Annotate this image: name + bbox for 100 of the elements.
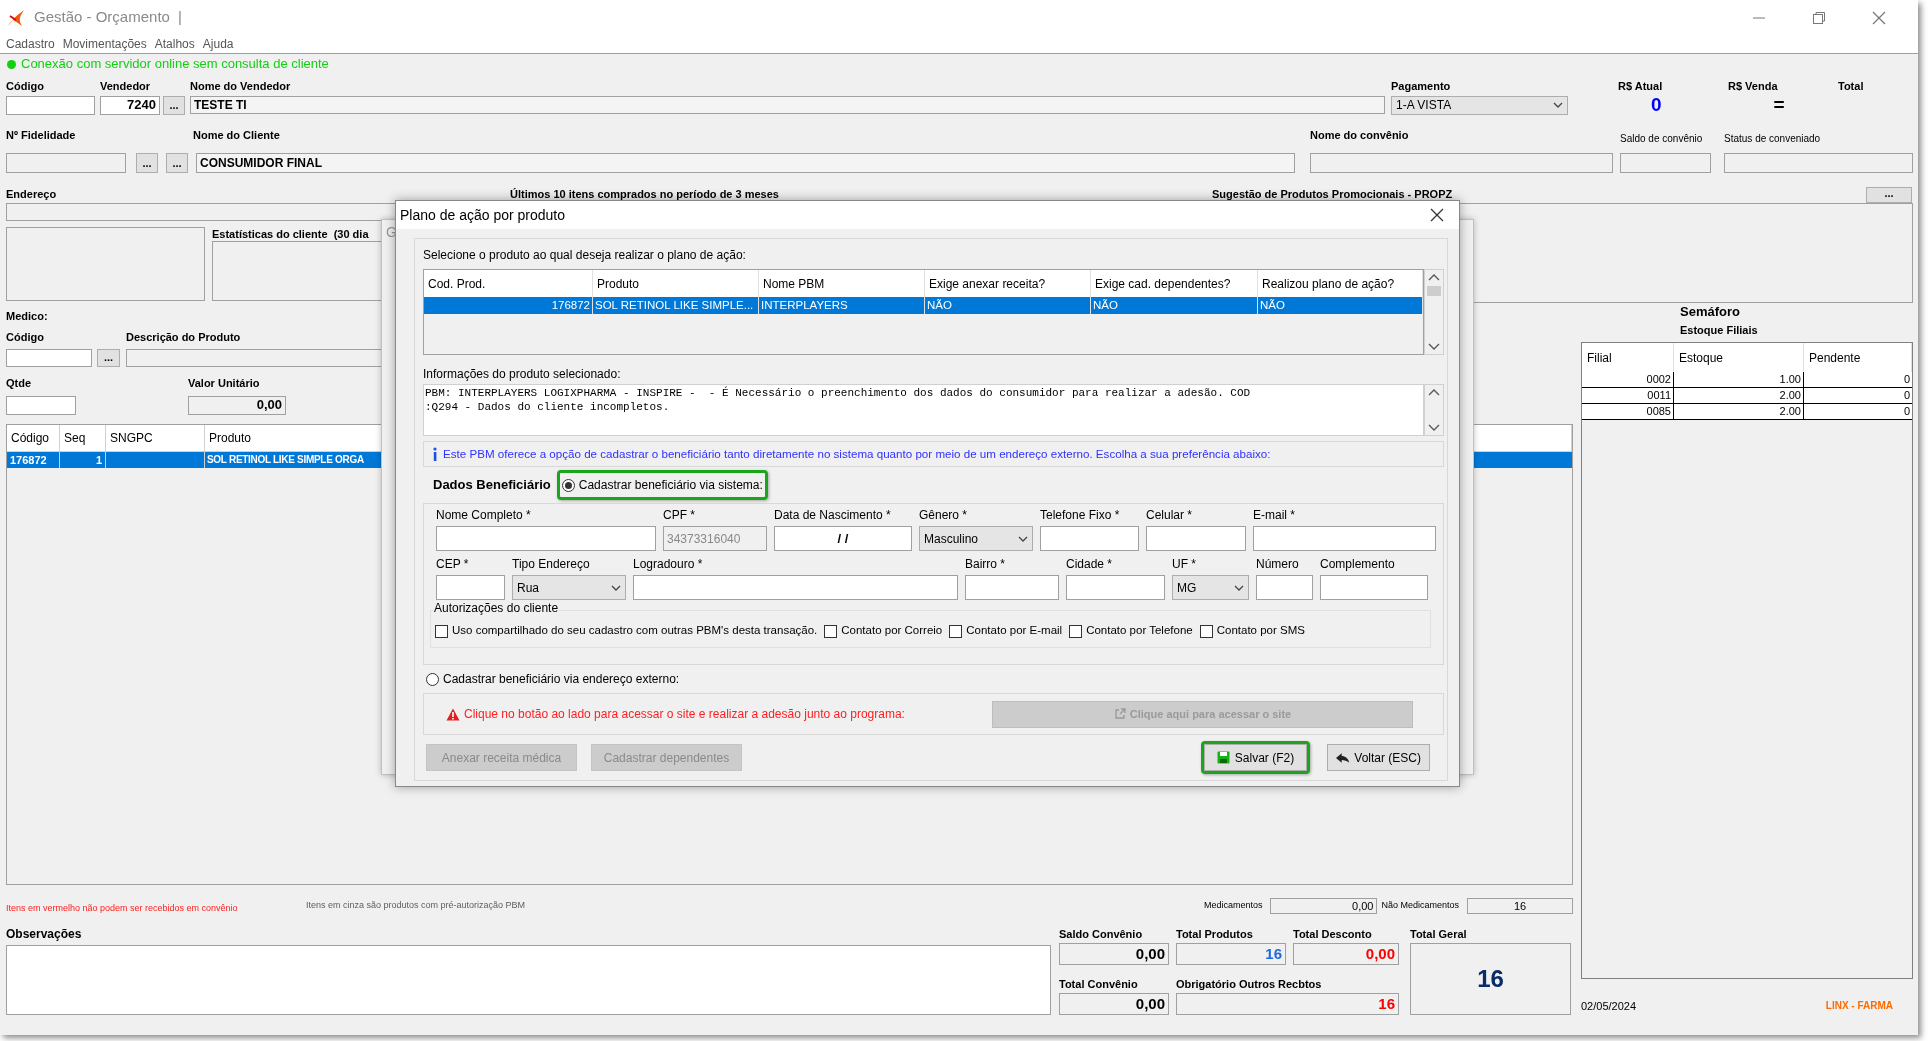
menu-item[interactable]: Atalhos [154,35,195,53]
text-field[interactable]: 7240 [100,95,160,115]
lookup-button[interactable]: ... [166,152,188,173]
text-field[interactable]: / / [774,526,912,551]
field-label: E-mail * [1253,508,1296,523]
checkbox[interactable]: Contato por SMS [1199,622,1305,640]
caret-icon [1018,535,1028,542]
scroll-down-icon[interactable] [1428,343,1440,350]
column-header[interactable]: SNGPC [106,425,205,451]
checkbox[interactable]: Uso compartilhado do seu cadastro com outras PBM's desta transação. [435,622,818,640]
checkbox[interactable]: Contato por Correio [824,622,943,640]
external-link-icon [1113,708,1126,720]
field-label: Celular * [1146,508,1194,523]
field-label: Total Convênio [1059,977,1139,991]
group-title: Autorizações do cliente [433,601,560,616]
text-field[interactable] [1724,152,1913,173]
field-label: Logradouro * [633,557,704,572]
radio-button[interactable]: Cadastrar beneficiário via endereço externo: [426,670,680,688]
scroll-up-icon[interactable] [1428,389,1440,396]
field-label: Cidade * [1066,557,1114,572]
field-label: Total Geral [1410,927,1468,941]
radio-button[interactable]: Cadastrar beneficiário via sistema: [559,473,765,497]
text-field[interactable]: 16 [1176,943,1286,965]
field-label: Medicamentos [1203,899,1263,913]
floppy-icon [1216,751,1230,764]
menu-item[interactable]: Movimentações [62,35,147,53]
text-field[interactable] [436,575,505,600]
text-field[interactable] [1146,526,1246,551]
info-label: Informações do produto selecionado: [423,367,622,382]
text-field[interactable] [1066,575,1165,600]
column-header[interactable]: Seq [60,425,106,451]
table-cell: 176872 [424,297,593,314]
text-field[interactable]: CONSUMIDOR FINAL [196,152,1295,173]
table-cell: 0011 [1582,388,1674,403]
lookup-button[interactable]: ... [1866,187,1912,203]
field-label: Tipo Endereço [512,557,591,572]
field-label: Nome do Vendedor [190,79,292,93]
text-field[interactable] [1040,526,1139,551]
checkbox[interactable]: Contato por Telefone [1069,622,1193,640]
field-label: Total Desconto [1293,927,1373,941]
text-field[interactable]: 16 [1176,993,1399,1015]
field-label: Obrigatório Outros Recbtos [1176,977,1323,991]
text-field[interactable] [6,152,126,173]
text-field[interactable] [6,348,92,367]
window-title: Gestão - Orçamento [34,7,170,28]
dropdown[interactable]: MG [1172,575,1249,600]
text-field[interactable]: 16 [1467,898,1573,914]
text-field[interactable] [1253,526,1436,551]
scroll-down-icon[interactable] [1428,424,1440,431]
dropdown[interactable]: 1-A VISTA [1391,95,1568,115]
text-field[interactable]: 0,00 [1293,943,1399,965]
caret-icon [611,584,621,591]
field-label: Nome Completo * [436,508,532,523]
field-label: Status de conveniado [1724,132,1821,145]
table-cell-text: 0 [1902,372,1911,387]
dialog-button[interactable]: Voltar (ESC) [1327,744,1430,771]
text-field[interactable]: 0,00 [188,395,286,415]
text-field[interactable] [633,575,958,600]
lookup-button[interactable]: ... [97,348,120,367]
text-field[interactable] [1310,152,1613,173]
text-field[interactable] [436,526,656,551]
lookup-button[interactable]: ... [163,95,185,115]
table-cell: NÃO [1258,297,1424,314]
column-header[interactable]: Código [7,425,60,451]
text-field[interactable] [965,575,1059,600]
close-icon[interactable] [1430,208,1444,222]
dropdown[interactable]: Masculino [919,526,1033,551]
table-cell: NÃO [925,297,1091,314]
table-row[interactable]: 176872 SOL RETINOL LIKE SIMPLE... INTERPLAYERS NÃO NÃO NÃO [424,297,1424,314]
table-cell: 176872 [7,452,60,468]
notes-field[interactable] [6,945,1051,1015]
text-field[interactable]: 0,00 [1059,943,1169,965]
text-field[interactable]: TESTE TI [190,96,1385,114]
text-field[interactable] [6,395,76,415]
scrollbar[interactable] [1424,384,1444,436]
scroll-thumb[interactable] [1427,286,1441,296]
text-field[interactable] [1320,575,1428,600]
restore-icon[interactable] [1812,10,1826,25]
scroll-up-icon[interactable] [1428,274,1440,281]
back-arrow-icon [1336,752,1350,763]
info-line: :Q294 - Dados do cliente incompletos. [425,400,671,414]
menu-item[interactable]: Ajuda [202,35,234,53]
text-field[interactable]: 0,00 [1059,993,1169,1015]
table-cell-text: 0 [1902,404,1911,419]
dropdown[interactable]: Rua [512,575,626,600]
dialog-button[interactable]: Salvar (F2) [1204,744,1307,771]
section-title: Dados Beneficiário [432,476,551,495]
field-label: Nº Fidelidade [6,128,77,142]
menu-item[interactable]: Cadastro [6,35,55,53]
text-field[interactable] [6,95,95,115]
text-field[interactable]: 16 [1410,943,1571,1015]
lookup-button[interactable]: ... [136,152,158,173]
section-subtitle: Estoque Filiais [1679,323,1759,337]
table-cell: 1.00 [1674,372,1804,387]
checkbox[interactable]: Contato por E-mail [949,622,1063,640]
field-label: Total [1838,79,1864,93]
text-field[interactable]: 0,00 [1270,898,1378,914]
text-field[interactable] [1256,575,1313,600]
text-field[interactable] [1620,152,1711,173]
scrollbar[interactable] [1424,269,1444,355]
